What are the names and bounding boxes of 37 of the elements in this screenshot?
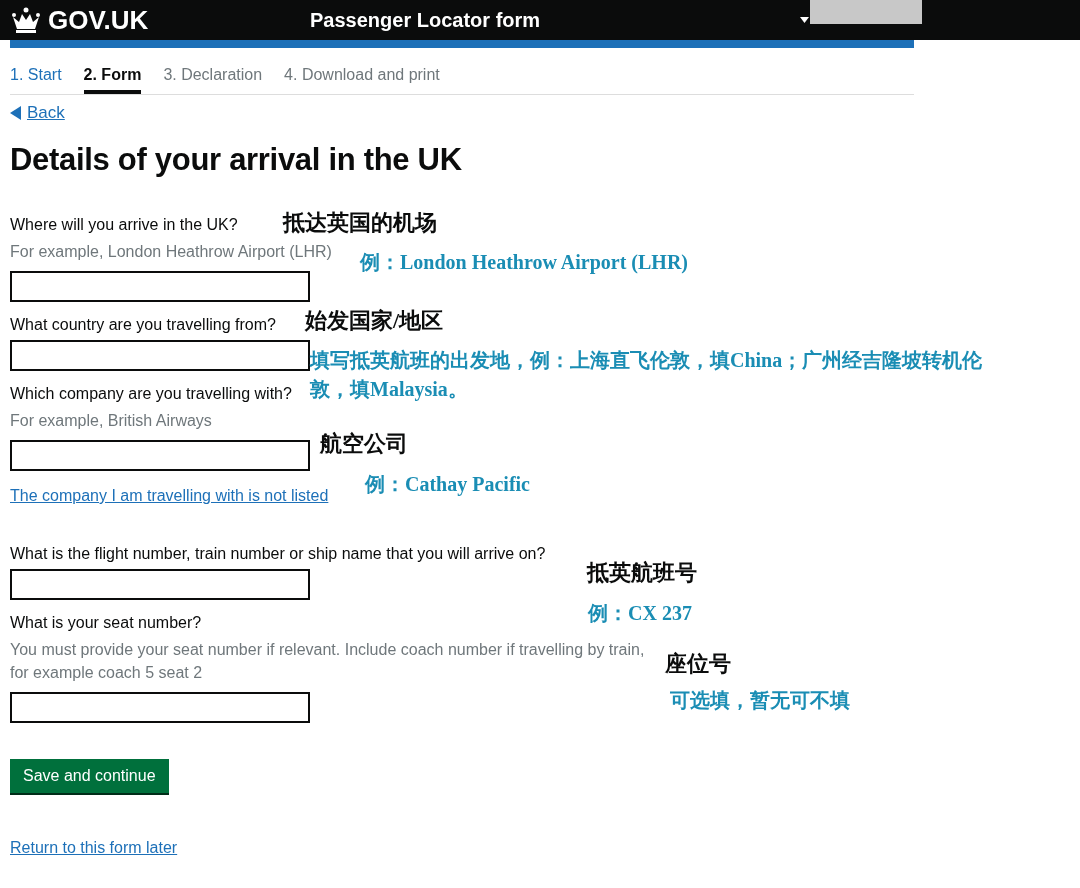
input-field[interactable] [10,569,310,600]
step-tab[interactable]: 1. Start [10,66,62,94]
annotation-title: 航空公司 [320,430,408,458]
question-label: Which company are you travelling with? [10,385,292,403]
input-field[interactable] [10,340,310,371]
annotation-title: 抵达英国的机场 [283,209,437,237]
crown-icon [10,7,42,33]
annotation-example: 填写抵英航班的出发地，例：上海直飞伦敦，填China；广州经吉隆坡转机伦敦，填Malaysia。 [310,348,984,403]
question-label: What is the flight number, train number or ship name that you will arrive on? [10,545,546,563]
page-heading: Details of your arrival in the UK [10,142,463,178]
hint-text: You must provide your seat number if relevant. Include coach number if travelling by train, for example coach 5 seat 2 [10,640,646,683]
caret-icon[interactable] [800,17,809,23]
question-label: Where will you arrive in the UK? [10,216,238,234]
service-title: Passenger Locator form [310,8,542,32]
input-field[interactable] [10,440,310,471]
hint-text: For example, London Heathrow Airport (LHR) [10,242,332,262]
question-label: What is your seat number? [10,614,202,632]
annotation-title: 始发国家/地区 [305,307,444,335]
annotation-title: 抵英航班号 [587,559,697,587]
annotation-example: 例：Cathay Pacific [365,472,530,498]
step-tab[interactable]: 4. Download and print [284,66,440,94]
annotation-example: 例：London Heathrow Airport (LHR) [360,250,688,276]
not-listed-link[interactable]: The company I am travelling with is not listed [10,487,329,505]
step-tab[interactable]: 2. Form [83,66,142,94]
annotation-title: 座位号 [665,650,731,678]
input-field[interactable] [10,271,310,302]
input-field[interactable] [10,692,310,723]
save-and-continue-button[interactable]: Save and continue [10,759,169,793]
annotation-example: 可选填，暂无可不填 [670,688,850,713]
question-label: What country are you travelling from? [10,316,276,334]
return-later-link[interactable]: Return to this form later [10,839,178,857]
back-arrow-icon [10,106,21,120]
gov-uk-logo[interactable]: GOV.UK [48,4,149,36]
hint-text: For example, British Airways [10,411,212,431]
annotation-example: 例：CX 237 [588,601,692,626]
back-link[interactable]: Back [10,103,65,123]
step-tab[interactable]: 3. Declaration [163,66,263,94]
